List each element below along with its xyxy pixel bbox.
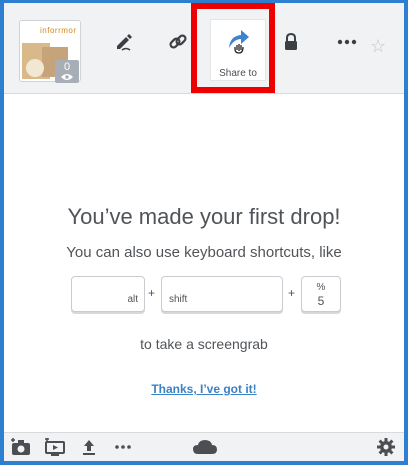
gear-icon[interactable] — [375, 437, 397, 457]
toolbar: inforrmor 0 Share to ☆ — [4, 3, 404, 94]
more-icon[interactable] — [334, 29, 360, 55]
share-button[interactable]: Share to — [210, 19, 266, 81]
five-symbol: 5 — [317, 294, 325, 308]
cloud-icon[interactable] — [191, 437, 219, 457]
eye-icon — [55, 73, 79, 83]
shift-key-label: shift — [169, 294, 188, 305]
camera-icon[interactable] — [10, 437, 32, 457]
pen-icon[interactable] — [111, 29, 137, 55]
link-icon[interactable] — [165, 29, 191, 55]
star-icon[interactable]: ☆ — [370, 36, 386, 57]
share-arrow-icon — [225, 26, 253, 59]
dismiss-link[interactable]: Thanks, I’ve got it! — [4, 382, 404, 396]
view-count-badge: 0 — [55, 60, 79, 83]
lock-icon[interactable] — [278, 29, 304, 55]
view-count: 0 — [63, 61, 71, 73]
subtext: You can also use keyboard shortcuts, lik… — [66, 244, 342, 261]
bottom-toolbar — [4, 432, 404, 461]
plus-sign: + — [288, 286, 296, 300]
share-label: Share to — [219, 68, 257, 79]
thumbnail-photo — [26, 59, 44, 77]
percent-symbol: % — [316, 282, 326, 293]
upload-icon[interactable] — [78, 437, 100, 457]
app-window: inforrmor 0 Share to ☆ You’ve made your … — [4, 3, 404, 461]
alt-key: alt — [71, 276, 145, 312]
screen-record-icon[interactable] — [44, 437, 66, 457]
thumbnail-caption: inforrmor — [40, 26, 77, 35]
more-icon[interactable] — [112, 437, 134, 457]
shortcut-tail: to take a screengrab — [140, 336, 268, 352]
share-highlight: Share to — [191, 3, 275, 93]
alt-key-label: alt — [127, 294, 138, 305]
onboarding-panel: You’ve made your first drop! You can als… — [4, 94, 404, 432]
five-key: % 5 — [301, 276, 341, 312]
plus-sign: + — [148, 286, 156, 300]
headline: You’ve made your first drop! — [67, 204, 341, 229]
shift-key: shift — [161, 276, 283, 312]
